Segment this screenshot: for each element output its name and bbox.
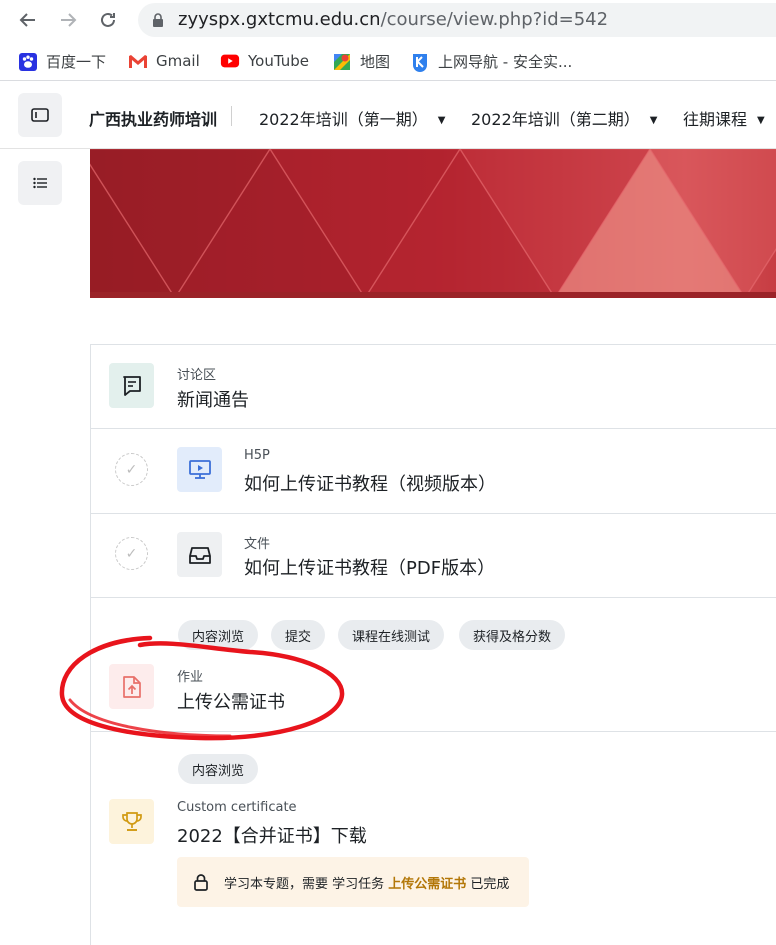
restriction-notice: 学习本专题，需要 学习任务 上传公需证书 已完成 xyxy=(177,857,529,907)
arrow-left-icon xyxy=(19,13,35,27)
gmail-icon xyxy=(128,51,148,71)
lock-icon xyxy=(194,874,208,891)
url-text: zyyspx.gxtcmu.edu.cn/course/view.php?id=… xyxy=(178,9,609,30)
row-divider xyxy=(90,597,776,598)
activity-type: 作业 xyxy=(177,670,204,685)
restriction-link[interactable]: 上传公需证书 xyxy=(388,877,466,892)
bookmark-baidu[interactable]: 百度一下 xyxy=(18,51,106,72)
row-divider xyxy=(90,428,776,429)
activity-type: 文件 xyxy=(244,537,271,552)
completion-tag: 内容浏览 xyxy=(178,754,259,784)
browser-toolbar: zyyspx.gxtcmu.edu.cn/course/view.php?id=… xyxy=(0,0,776,40)
site-name[interactable]: 广西执业药师培训 xyxy=(89,106,217,130)
bookmarks-bar: 百度一下 Gmail YouTube 地图 上网导航 - 安全实... xyxy=(0,42,776,81)
site-navbar: 广西执业药师培训 2022年培训（第一期） ▼ 2022年培训（第二期） ▼ 往期课… xyxy=(0,82,776,149)
completion-tag: 内容浏览 xyxy=(178,620,259,650)
assignment-upload-icon xyxy=(109,664,154,709)
activity-title-certificate[interactable]: 2022【合并证书】下载 xyxy=(177,822,367,848)
arrow-right-icon xyxy=(61,13,77,27)
baidu-paw-icon xyxy=(18,52,38,72)
navigation-k-icon xyxy=(410,52,430,72)
nav-item-period-1[interactable]: 2022年培训（第一期） ▼ xyxy=(259,106,445,130)
bookmark-youtube[interactable]: YouTube xyxy=(220,51,309,71)
h5p-icon xyxy=(177,447,222,492)
maps-icon xyxy=(332,52,352,72)
back-button[interactable] xyxy=(16,8,40,32)
list-icon xyxy=(33,177,47,189)
address-bar[interactable]: zyyspx.gxtcmu.edu.cn/course/view.php?id=… xyxy=(138,3,776,37)
completion-check-icon[interactable]: ✓ xyxy=(115,453,148,486)
activity-type: H5P xyxy=(244,448,270,463)
activity-type: Custom certificate xyxy=(177,800,297,815)
nav-item-past-courses[interactable]: 往期课程 ▼ xyxy=(683,106,765,130)
youtube-icon xyxy=(220,51,240,71)
activity-title-h5p[interactable]: 如何上传证书教程（视频版本） xyxy=(244,470,496,496)
reload-button[interactable] xyxy=(96,8,120,32)
sidebar-toggle-icon xyxy=(31,108,49,122)
reload-icon xyxy=(101,12,115,27)
completion-tag: 获得及格分数 xyxy=(459,620,566,650)
activity-title-assignment[interactable]: 上传公需证书 xyxy=(177,688,285,714)
caret-down-icon: ▼ xyxy=(649,115,658,126)
drawer-toggle-button[interactable] xyxy=(18,93,62,137)
course-index-button[interactable] xyxy=(18,161,62,205)
activity-title-file[interactable]: 如何上传证书教程（PDF版本） xyxy=(244,554,495,580)
trophy-icon xyxy=(109,799,154,844)
file-icon xyxy=(177,532,222,577)
activity-type: 讨论区 xyxy=(177,368,217,383)
bookmark-gmail[interactable]: Gmail xyxy=(128,51,200,71)
bookmark-maps[interactable]: 地图 xyxy=(332,51,390,72)
forum-icon xyxy=(109,363,154,408)
completion-check-icon[interactable]: ✓ xyxy=(115,537,148,570)
completion-tag: 课程在线测试 xyxy=(338,620,445,650)
row-divider xyxy=(90,731,776,732)
lock-icon xyxy=(153,13,163,27)
activity-title-forum[interactable]: 新闻通告 xyxy=(177,386,249,412)
nav-item-period-2[interactable]: 2022年培训（第二期） ▼ xyxy=(471,106,657,130)
course-banner xyxy=(90,149,776,298)
caret-down-icon: ▼ xyxy=(437,115,446,126)
completion-tag: 提交 xyxy=(271,620,326,650)
banner-bottom-bar xyxy=(90,292,776,298)
row-divider xyxy=(90,513,776,514)
nav-divider xyxy=(231,106,232,126)
bookmark-navigation[interactable]: 上网导航 - 安全实... xyxy=(410,51,572,72)
forward-button[interactable] xyxy=(56,8,80,32)
caret-down-icon: ▼ xyxy=(757,115,765,126)
